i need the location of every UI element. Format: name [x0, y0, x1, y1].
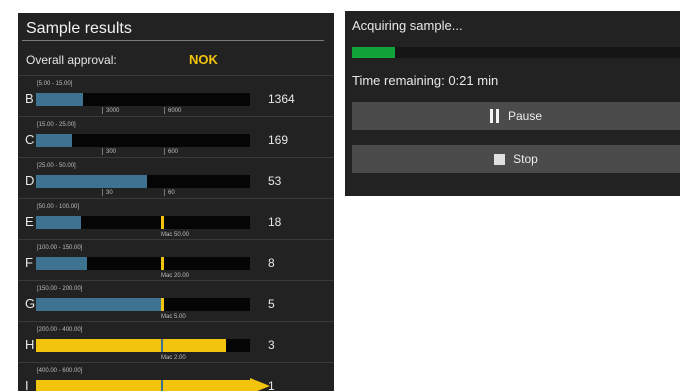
- count-bar: [36, 175, 250, 188]
- pause-icon: [489, 109, 500, 123]
- result-row-c: [15.00 - 25.00] C 169 300 600: [18, 116, 334, 158]
- class-letter: B: [25, 91, 34, 106]
- acquisition-panel: Acquiring sample... Time remaining: 0:21…: [345, 11, 680, 196]
- size-range-label: [150.00 - 200.00]: [37, 286, 83, 292]
- scale-tick-label: 60: [164, 189, 175, 196]
- overall-approval-label: Overall approval:: [26, 53, 117, 67]
- acquisition-progress-fill: [352, 47, 395, 58]
- limit-label: Mac 50.00: [161, 232, 190, 238]
- limit-label: Mac 20.00: [161, 273, 190, 279]
- pause-button-label: Pause: [507, 109, 543, 123]
- count-bar: [36, 298, 250, 311]
- class-letter: E: [25, 214, 34, 229]
- stop-button[interactable]: Stop: [352, 145, 680, 173]
- size-range-label: [50.00 - 100.00]: [37, 204, 80, 210]
- count-bar-fill: [36, 175, 147, 188]
- particle-count: 53: [268, 174, 282, 188]
- size-range-label: [400.00 - 600.00]: [37, 368, 83, 374]
- count-bar-fill: [36, 339, 226, 352]
- count-bar-fill: [36, 380, 250, 391]
- result-row-g: [150.00 - 200.00] G 5 Mac 5.00: [18, 280, 334, 322]
- count-bar-fill: [36, 216, 81, 229]
- scale-tick-label: 30: [102, 189, 113, 196]
- particle-count: 1364: [268, 92, 295, 106]
- count-bar-fill: [36, 93, 83, 106]
- class-letter: F: [25, 255, 33, 270]
- result-row-i: [400.00 - 600.00]I1Mac 0.00: [18, 362, 334, 391]
- count-bar: [36, 339, 250, 352]
- size-range-label: [15.00 - 25.00]: [37, 122, 76, 128]
- time-remaining: Time remaining: 0:21 min: [352, 73, 499, 88]
- title-divider: [22, 40, 324, 41]
- count-bar: [36, 134, 250, 147]
- result-row-d: [25.00 - 50.00] D 53 30 60: [18, 157, 334, 199]
- size-range-label: [25.00 - 50.00]: [37, 163, 76, 169]
- sample-results-panel: Sample results Overall approval: NOK [5.…: [18, 13, 334, 391]
- result-row-f: [100.00 - 150.00] F 8 Mac 20.00: [18, 239, 334, 281]
- size-range-label: [200.00 - 400.00]: [37, 327, 83, 333]
- limit-marker: [161, 380, 163, 391]
- limit-marker: [161, 339, 163, 352]
- count-bar-fill: [36, 257, 87, 270]
- limit-label: Mac 2.00: [161, 355, 186, 361]
- scale-tick-label: 3000: [102, 107, 119, 114]
- size-range-label: [100.00 - 150.00]: [37, 245, 83, 251]
- limit-marker: [161, 257, 164, 270]
- scale-tick-label: 300: [102, 148, 116, 155]
- sample-results-title: Sample results: [26, 20, 132, 37]
- result-row-e: [50.00 - 100.00] E 18 Mac 50.00: [18, 198, 334, 240]
- scale-tick-label: 6000: [164, 107, 181, 114]
- class-letter: C: [25, 132, 35, 147]
- overflow-arrow-icon: [250, 378, 270, 391]
- result-row-h: [200.00 - 400.00] H 3 Mac 2.00: [18, 321, 334, 363]
- count-bar: [36, 216, 250, 229]
- result-row-b: [5.00 - 15.00] B 1364 3000 6000: [18, 75, 334, 117]
- scale-tick-label: 600: [164, 148, 178, 155]
- particle-count: 8: [268, 256, 275, 270]
- class-letter: I: [25, 378, 29, 391]
- limit-label: Mac 5.00: [161, 314, 186, 320]
- overall-approval-value: NOK: [189, 52, 218, 67]
- stop-icon: [494, 153, 506, 165]
- count-bar: [36, 257, 250, 270]
- particle-count: 1: [268, 379, 275, 391]
- count-bar: [36, 93, 250, 106]
- count-bar: [36, 378, 270, 391]
- class-letter: G: [25, 296, 36, 311]
- count-bar-fill: [36, 134, 72, 147]
- class-letter: D: [25, 173, 35, 188]
- particle-count: 3: [268, 338, 275, 352]
- limit-marker: [161, 216, 164, 229]
- particle-count: 5: [268, 297, 275, 311]
- stop-button-label: Stop: [513, 152, 538, 166]
- particle-count: 169: [268, 133, 289, 147]
- class-letter: H: [25, 337, 35, 352]
- particle-count: 18: [268, 215, 282, 229]
- acquisition-status-title: Acquiring sample...: [352, 18, 463, 33]
- count-bar-fill: [36, 298, 162, 311]
- limit-marker: [161, 298, 164, 311]
- size-range-label: [5.00 - 15.00]: [37, 81, 73, 87]
- acquisition-progress-bar: [352, 47, 680, 58]
- pause-button[interactable]: Pause: [352, 102, 680, 130]
